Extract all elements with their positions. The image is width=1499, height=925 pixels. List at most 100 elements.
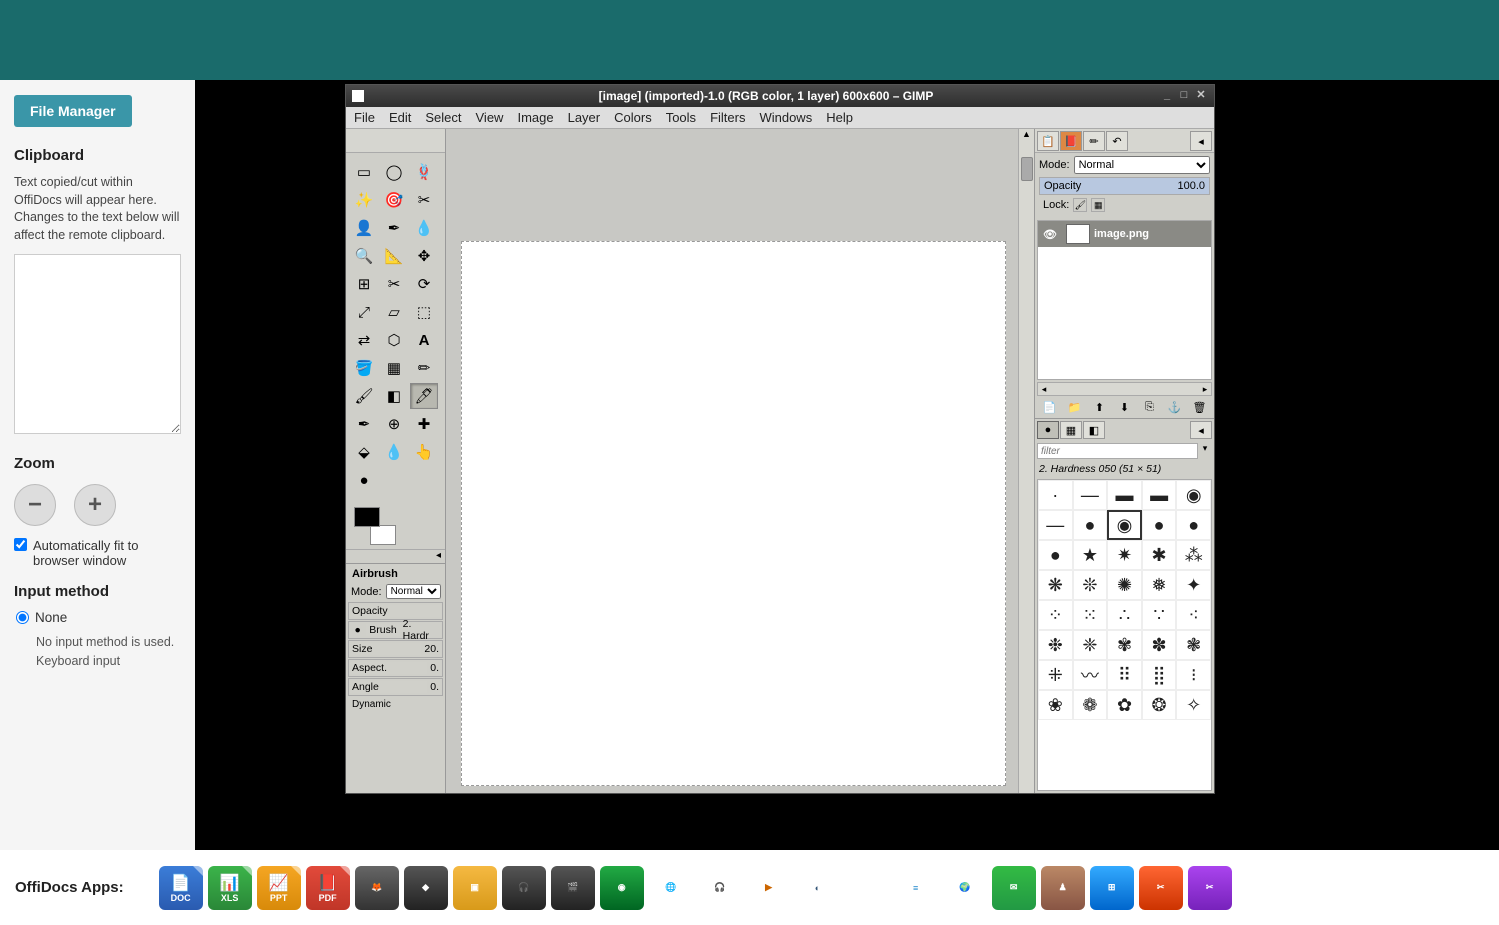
- dock-menu-icon[interactable]: ◂: [1190, 131, 1212, 151]
- paths-tool[interactable]: ✒: [380, 215, 408, 241]
- foreground-color[interactable]: [354, 507, 380, 527]
- app-icon-16[interactable]: ⊞: [1090, 866, 1134, 910]
- layer-opacity-value[interactable]: 100.0: [1173, 180, 1209, 192]
- perspective-tool[interactable]: ⬚: [410, 299, 438, 325]
- brush-item[interactable]: ⠿: [1107, 660, 1142, 690]
- app-icon-15[interactable]: ♟: [1041, 866, 1085, 910]
- app-openshot[interactable]: 🎬: [551, 866, 595, 910]
- brush-item[interactable]: ⁝: [1176, 660, 1211, 690]
- layer-hscrollbar[interactable]: ◂▸: [1037, 382, 1212, 396]
- app-terminal[interactable]: ▣: [453, 866, 497, 910]
- app-audacity[interactable]: 🎧: [502, 866, 546, 910]
- canvas[interactable]: [461, 241, 1006, 786]
- menu-file[interactable]: File: [354, 110, 375, 125]
- move-tool[interactable]: ✥: [410, 243, 438, 269]
- brush-menu-icon[interactable]: ◂: [1190, 421, 1212, 439]
- app-ppt[interactable]: 📈PPT: [257, 866, 301, 910]
- paintbrush-tool[interactable]: 🖌: [350, 383, 378, 409]
- brush-item[interactable]: ⣿: [1142, 660, 1177, 690]
- brush-item[interactable]: —: [1073, 480, 1108, 510]
- perspective-clone-tool[interactable]: ⬙: [350, 439, 378, 465]
- menu-filters[interactable]: Filters: [710, 110, 745, 125]
- menu-select[interactable]: Select: [425, 110, 461, 125]
- duplicate-layer-button[interactable]: ⎘: [1142, 399, 1158, 415]
- file-manager-button[interactable]: File Manager: [14, 95, 132, 127]
- dodge-tool[interactable]: ●: [350, 467, 378, 493]
- brush-item[interactable]: ❃: [1176, 630, 1211, 660]
- brush-item[interactable]: ✾: [1107, 630, 1142, 660]
- background-color[interactable]: [370, 525, 396, 545]
- menu-image[interactable]: Image: [517, 110, 553, 125]
- brush-item[interactable]: ❈: [1073, 630, 1108, 660]
- airbrush-tool[interactable]: 🖊: [410, 383, 438, 409]
- zoom-tool[interactable]: 🔍: [350, 243, 378, 269]
- brush-item[interactable]: ❀: [1038, 690, 1073, 720]
- fuzzy-select-tool[interactable]: ✨: [350, 187, 378, 213]
- brush-item[interactable]: ◉: [1176, 480, 1211, 510]
- ink-tool[interactable]: ✒: [350, 411, 378, 437]
- app-lmms[interactable]: ◉: [600, 866, 644, 910]
- scale-tool[interactable]: ⤢: [350, 299, 378, 325]
- foreground-select-tool[interactable]: 👤: [350, 215, 378, 241]
- app-gimp[interactable]: 🦊: [355, 866, 399, 910]
- maximize-button[interactable]: □: [1177, 89, 1191, 103]
- brush-item[interactable]: ✽: [1142, 630, 1177, 660]
- color-swatches[interactable]: [354, 507, 396, 545]
- tool-size-value[interactable]: 20.: [421, 643, 442, 655]
- app-doc[interactable]: 📄DOC: [159, 866, 203, 910]
- brush-item[interactable]: ⁘: [1038, 600, 1073, 630]
- eye-icon[interactable]: 👁: [1038, 228, 1062, 241]
- brush-item[interactable]: ●: [1073, 510, 1108, 540]
- brush-item[interactable]: ∵: [1142, 600, 1177, 630]
- measure-tool[interactable]: 📐: [380, 243, 408, 269]
- app-icon-17[interactable]: ✂: [1139, 866, 1183, 910]
- menu-layer[interactable]: Layer: [568, 110, 601, 125]
- delete-layer-button[interactable]: 🗑: [1192, 399, 1208, 415]
- flip-tool[interactable]: ⇄: [350, 327, 378, 353]
- rotate-tool[interactable]: ⟳: [410, 271, 438, 297]
- brush-item[interactable]: ✦: [1176, 570, 1211, 600]
- menu-help[interactable]: Help: [826, 110, 853, 125]
- app-icon-10[interactable]: ◐: [796, 866, 840, 910]
- color-select-tool[interactable]: 🎯: [380, 187, 408, 213]
- new-layer-button[interactable]: 📄: [1042, 399, 1058, 415]
- clone-tool[interactable]: ⊕: [380, 411, 408, 437]
- brushes-tab[interactable]: ●: [1037, 421, 1059, 439]
- brush-item[interactable]: ✧: [1176, 690, 1211, 720]
- brush-item-selected[interactable]: ◉: [1107, 510, 1142, 540]
- pencil-tool[interactable]: ✏: [410, 355, 438, 381]
- close-button[interactable]: ✕: [1194, 89, 1208, 103]
- text-tool[interactable]: A: [410, 327, 438, 353]
- app-xls[interactable]: 📊XLS: [208, 866, 252, 910]
- lower-layer-button[interactable]: ⬇: [1117, 399, 1133, 415]
- brush-item[interactable]: ✱: [1142, 540, 1177, 570]
- brush-item[interactable]: ·: [1038, 480, 1073, 510]
- tool-aspect-value[interactable]: 0.: [427, 662, 442, 674]
- app-icon-8[interactable]: 🎧: [698, 866, 742, 910]
- brush-item[interactable]: ⁜: [1038, 660, 1073, 690]
- brush-item[interactable]: ▬: [1142, 480, 1177, 510]
- blur-tool[interactable]: 💧: [380, 439, 408, 465]
- app-icon-9[interactable]: ▶: [747, 866, 791, 910]
- auto-fit-checkbox[interactable]: [14, 538, 27, 551]
- color-picker-tool[interactable]: 💧: [410, 215, 438, 241]
- brush-item[interactable]: ✺: [1107, 570, 1142, 600]
- menu-edit[interactable]: Edit: [389, 110, 411, 125]
- cage-tool[interactable]: ⬡: [380, 327, 408, 353]
- heal-tool[interactable]: ✚: [410, 411, 438, 437]
- brush-item[interactable]: ⁂: [1176, 540, 1211, 570]
- zoom-in-button[interactable]: +: [74, 484, 116, 526]
- tool-angle-value[interactable]: 0.: [427, 681, 442, 693]
- app-inkscape[interactable]: ◆: [404, 866, 448, 910]
- raise-layer-button[interactable]: ⬆: [1092, 399, 1108, 415]
- shear-tool[interactable]: ▱: [380, 299, 408, 325]
- crop-tool[interactable]: ✂: [380, 271, 408, 297]
- brush-item[interactable]: ❋: [1038, 570, 1073, 600]
- smudge-tool[interactable]: 👆: [410, 439, 438, 465]
- menu-view[interactable]: View: [476, 110, 504, 125]
- scissors-tool[interactable]: ✂: [410, 187, 438, 213]
- brush-item[interactable]: ●: [1176, 510, 1211, 540]
- layer-item[interactable]: 👁 image.png: [1038, 221, 1211, 247]
- brush-item[interactable]: ❊: [1073, 570, 1108, 600]
- lock-pixels-icon[interactable]: 🖌: [1073, 198, 1087, 212]
